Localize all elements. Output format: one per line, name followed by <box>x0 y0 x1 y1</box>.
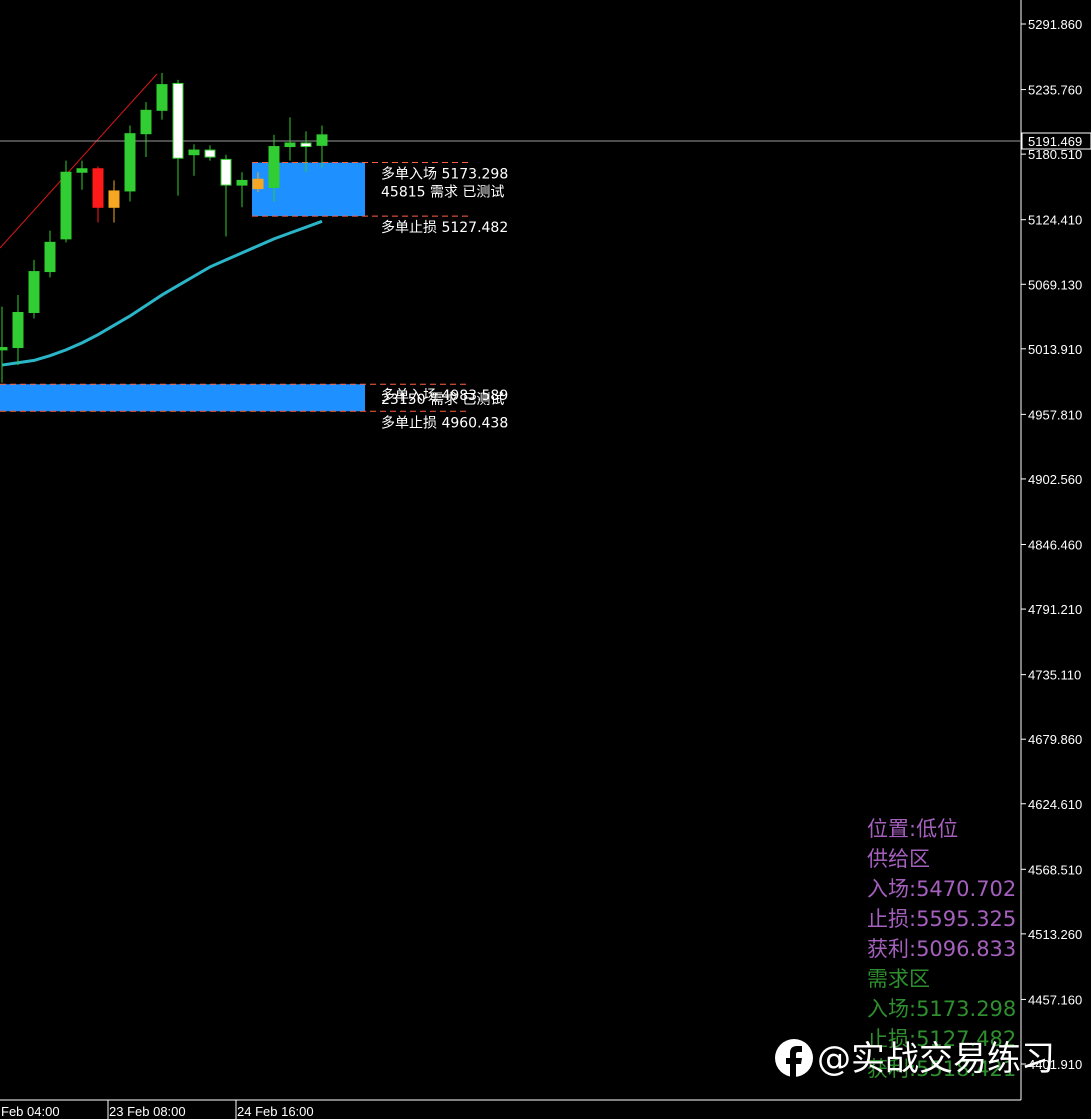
facebook-f-icon <box>775 1039 813 1077</box>
candle-body <box>188 149 200 156</box>
zone-stop-label: 多单止损 5127.482 <box>381 219 508 236</box>
candle-body <box>156 84 168 111</box>
demand-zone <box>0 384 365 412</box>
price-tick-label: 4513.260 <box>1028 927 1082 942</box>
candle <box>172 79 184 196</box>
time-label-1: Feb 04:00 <box>1 1104 60 1119</box>
candle-body <box>12 311 24 349</box>
info-demand-title: 需求区 <box>867 967 930 991</box>
candle-body <box>108 190 120 208</box>
candle <box>204 145 216 161</box>
info-supply-entry: 入场:5470.702 <box>867 877 1016 901</box>
candle <box>0 306 8 383</box>
candle <box>28 259 40 319</box>
candle <box>284 117 296 161</box>
zone-entry-label: 多单入场 5173.298 <box>381 166 508 183</box>
candle <box>12 294 24 366</box>
price-axis-ticks: 5291.860 5235.760 5180.510 5124.410 5069.130… <box>1021 17 1082 1072</box>
info-position: 位置:低位 <box>867 817 958 841</box>
price-tick-label: 5180.510 <box>1028 147 1082 162</box>
price-tick-label: 5069.130 <box>1028 277 1082 292</box>
candle <box>220 154 232 237</box>
time-label-3: 24 Feb 16:00 <box>237 1104 314 1119</box>
candle <box>124 125 136 202</box>
price-tick-label: 4679.860 <box>1028 732 1082 747</box>
candle-body <box>316 134 328 146</box>
candle-body <box>124 133 136 192</box>
demand-zones: 多单入场 5173.298 45815 需求 已测试多单止损 5127.482 多单… <box>0 162 508 431</box>
candle-body <box>204 149 216 158</box>
candle-body <box>236 179 248 186</box>
price-tick-label: 4568.510 <box>1028 862 1082 877</box>
time-label-2: 23 Feb 08:00 <box>109 1104 186 1119</box>
info-supply-target: 获利:5096.833 <box>867 937 1016 961</box>
candle-body <box>0 347 8 351</box>
price-tick-label: 4902.560 <box>1028 472 1082 487</box>
zone-stop-label: 多单止损 4960.438 <box>381 414 508 431</box>
price-tick-label: 5013.910 <box>1028 342 1082 357</box>
candle-body <box>60 171 72 240</box>
candle-body <box>268 146 280 188</box>
candle-body <box>76 168 88 173</box>
candle-body <box>284 142 296 148</box>
price-tick-label: 4957.810 <box>1028 407 1082 422</box>
candle-body <box>252 178 264 190</box>
candle-body <box>140 109 152 135</box>
watermark: @实战交易练习 <box>775 1039 1055 1079</box>
price-chart[interactable]: 5191.469 多单入场 5173.298 45815 需求 已测试 多单止损 5… <box>0 0 1091 1119</box>
zone-status-label: 45815 需求 已测试 <box>381 185 504 201</box>
chart-canvas[interactable]: 5191.469 多单入场 5173.29845815 需求 已测试多单止损 5… <box>0 0 1091 1119</box>
candle <box>316 125 328 168</box>
candle <box>60 160 72 243</box>
candle <box>44 230 56 278</box>
zone-status-label: 23150 需求 已测试 <box>381 392 504 408</box>
candle <box>188 144 200 176</box>
candle-body <box>28 271 40 313</box>
candle-body <box>92 168 104 208</box>
candle-body <box>44 241 56 273</box>
watermark-text: @实战交易练习 <box>817 1039 1055 1079</box>
price-tick-label: 5235.760 <box>1028 83 1082 98</box>
candle <box>76 160 88 190</box>
candle-body <box>300 142 312 148</box>
price-tick-label: 4846.460 <box>1028 537 1082 552</box>
candle-body <box>172 82 184 159</box>
candle <box>140 102 152 158</box>
candle <box>108 180 120 223</box>
price-tick-label: 5291.860 <box>1028 17 1082 32</box>
candle-body <box>220 158 232 186</box>
info-supply-title: 供给区 <box>867 847 930 871</box>
candle <box>92 166 104 223</box>
info-supply-stop: 止损:5595.325 <box>867 907 1016 931</box>
info-demand-entry: 入场:5173.298 <box>867 997 1016 1021</box>
price-tick-label: 4457.160 <box>1028 992 1082 1007</box>
price-tick-label: 5124.410 <box>1028 213 1082 228</box>
price-tick-label: 4791.210 <box>1028 602 1082 617</box>
candle <box>156 72 168 120</box>
candlestick-series <box>0 72 328 383</box>
price-tick-label: 4735.110 <box>1028 668 1081 683</box>
price-tick-label: 4624.610 <box>1028 797 1082 812</box>
candle <box>236 172 248 208</box>
